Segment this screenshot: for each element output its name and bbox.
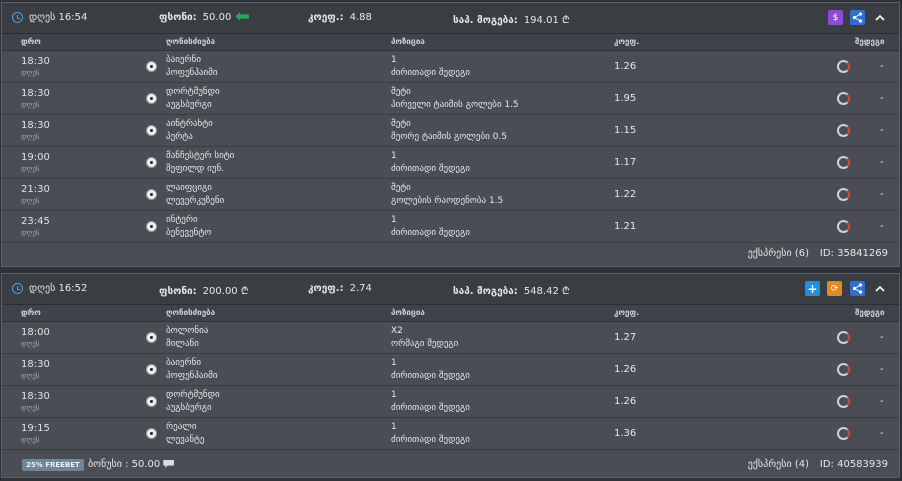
status-spinner-icon bbox=[837, 220, 850, 233]
football-icon bbox=[146, 157, 157, 168]
plus-icon: + bbox=[807, 281, 818, 296]
ticket-datetime: დღეს 16:52 bbox=[12, 283, 87, 294]
stake: ფსონი: 200.00 ₾ bbox=[159, 286, 249, 297]
chat-icon bbox=[163, 460, 175, 468]
share-icon bbox=[852, 12, 863, 23]
total-odds: კოეფ.: 2.74 bbox=[308, 283, 372, 294]
selection-row: 18:30 დღეს დორტმუნდი აუგსბურგი მეტი პირველი… bbox=[2, 83, 899, 115]
ticket-datetime: დღეს 16:54 bbox=[12, 12, 87, 23]
possible-payout: საპ. მოგება: 194.01 ₾ bbox=[453, 15, 570, 26]
selection-row: 19:00 დღეს მანჩესტერ სიტი შეფილდ იუნ. 1 ძირ… bbox=[2, 147, 899, 179]
ticket-header: დღეს 16:54 ფსონი: 50.00 კოეფ.: 4.88 საპ. მ… bbox=[2, 3, 899, 34]
status-spinner-icon bbox=[837, 427, 850, 440]
football-icon bbox=[146, 61, 157, 72]
clock-icon bbox=[12, 283, 23, 294]
express-count: ექსპრესი (6) bbox=[747, 248, 809, 259]
status-spinner-icon bbox=[837, 156, 850, 169]
chevron-up-icon[interactable] bbox=[873, 11, 887, 25]
bet-ticket: დღეს 16:52 ფსონი: 200.00 ₾ კოეფ.: 2.74 საპ… bbox=[1, 273, 900, 478]
football-icon bbox=[146, 221, 157, 232]
stake: ფსონი: 50.00 bbox=[159, 12, 250, 23]
share-button[interactable] bbox=[850, 281, 865, 296]
possible-payout: საპ. მოგება: 548.42 ₾ bbox=[453, 286, 570, 297]
selection-row: 23:45 დღეს ინტერი ბენევენტო 1 ძირითადი შედე… bbox=[2, 211, 899, 243]
status-spinner-icon bbox=[837, 124, 850, 137]
football-icon bbox=[146, 189, 157, 200]
football-icon bbox=[146, 396, 157, 407]
clock-icon bbox=[12, 12, 23, 23]
status-spinner-icon bbox=[837, 188, 850, 201]
football-icon bbox=[146, 364, 157, 375]
selection-row: 21:30 დღეს ლაიფციგი ლევერკუზენი მეტი გოლები… bbox=[2, 179, 899, 211]
selection-row: 18:30 დღეს ბაიერნი პოფენჰაიმი 1 ძირითადი შე… bbox=[2, 354, 899, 386]
bonus-info: ბონუსი : 50.00 bbox=[88, 459, 175, 470]
status-spinner-icon bbox=[837, 60, 850, 73]
total-odds: კოეფ.: 4.88 bbox=[308, 12, 372, 23]
football-icon bbox=[146, 93, 157, 104]
ticket-id: ID: 40583939 bbox=[819, 459, 888, 470]
freebet-badge: 25% FREEBET bbox=[22, 459, 84, 471]
selection-row: 18:30 დღეს ბაიერნი პოფენჰაიმი 1 ძირითადი შე… bbox=[2, 51, 899, 83]
football-icon bbox=[146, 428, 157, 439]
football-icon bbox=[146, 125, 157, 136]
ticket-id: ID: 35841269 bbox=[819, 248, 888, 259]
cash-icon bbox=[235, 12, 250, 21]
refresh-button[interactable]: ⟳ bbox=[827, 281, 842, 296]
add-button[interactable]: + bbox=[805, 281, 820, 296]
ticket-header: დღეს 16:52 ფსონი: 200.00 ₾ კოეფ.: 2.74 საპ… bbox=[2, 274, 899, 305]
selection-row: 18:30 დღეს დორტმუნდი აუგსბურგი 1 ძირითადი შ… bbox=[2, 386, 899, 418]
status-spinner-icon bbox=[837, 363, 850, 376]
selection-row: 18:30 დღეს აინტრახტი პერტა მეტი მეორე ტაიმი… bbox=[2, 115, 899, 147]
chevron-up-icon[interactable] bbox=[873, 282, 887, 296]
ticket-footer: ექსპრესი (6) ID: 35841269 bbox=[2, 243, 899, 266]
selection-row: 19:15 დღეს რეალი ლევანტე 1 ძირითადი შედეგი … bbox=[2, 418, 899, 450]
status-spinner-icon bbox=[837, 331, 850, 344]
status-spinner-icon bbox=[837, 395, 850, 408]
express-count: ექსპრესი (4) bbox=[747, 459, 809, 470]
share-button[interactable] bbox=[850, 10, 865, 25]
share-icon bbox=[852, 283, 863, 294]
refresh-icon: ⟳ bbox=[830, 283, 839, 294]
dollar-button[interactable]: $ bbox=[828, 10, 843, 25]
status-spinner-icon bbox=[837, 92, 850, 105]
ticket-footer: 25% FREEBET ბონუსი : 50.00 ექსპრესი (4) … bbox=[2, 454, 899, 477]
column-headers: დრო ღონისძიება პოზიცია კოეფ. შედეგი bbox=[2, 305, 899, 322]
selection-row: 18:00 დღეს ბოლონია მილანი X2 ორმაგი შედეგი … bbox=[2, 322, 899, 354]
dollar-icon: $ bbox=[832, 12, 839, 23]
column-headers: დრო ღონისძიება პოზიცია კოეფ. შედეგი bbox=[2, 34, 899, 51]
bet-ticket: დღეს 16:54 ფსონი: 50.00 კოეფ.: 4.88 საპ. მ… bbox=[1, 2, 900, 267]
football-icon bbox=[146, 332, 157, 343]
